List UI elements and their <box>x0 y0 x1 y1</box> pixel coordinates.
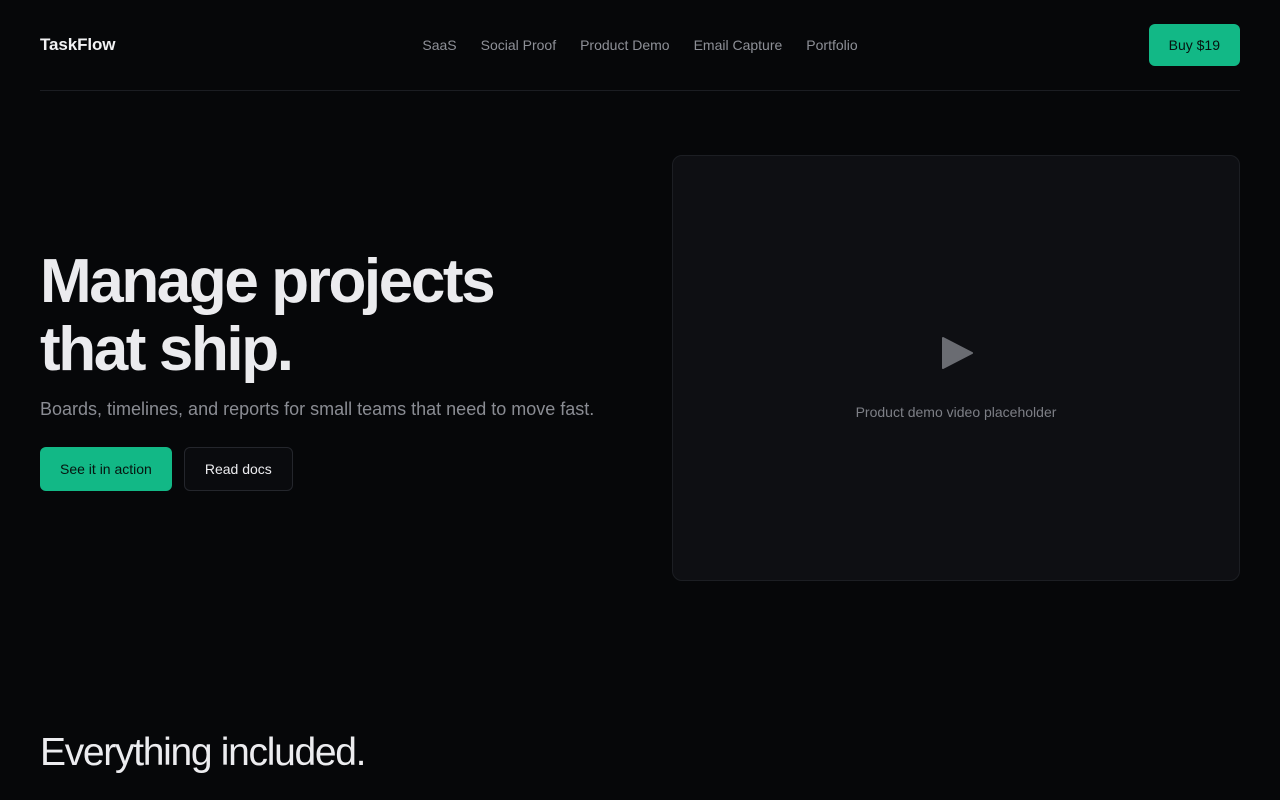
landing-page: TaskFlow SaaS Social Proof Product Demo … <box>0 0 1280 800</box>
nav-link-portfolio[interactable]: Portfolio <box>806 36 857 54</box>
hero-actions: See it in action Read docs <box>40 447 293 491</box>
features-title: Everything included. <box>40 731 367 774</box>
read-docs-button[interactable]: Read docs <box>183 447 293 491</box>
video-caption: Product demo video placeholder <box>855 404 1057 420</box>
site-header: TaskFlow SaaS Social Proof Product Demo … <box>40 0 1240 91</box>
hero-subtitle: Boards, timelines, and reports for small… <box>40 399 595 419</box>
nav-link-product-demo[interactable]: Product Demo <box>580 36 669 54</box>
brand-logo[interactable]: TaskFlow <box>40 35 116 55</box>
play-icon[interactable] <box>941 337 973 369</box>
demo-video-placeholder[interactable]: Product demo video placeholder <box>672 155 1240 581</box>
hero-title-line-1: Manage projects <box>40 247 496 316</box>
main-nav: SaaS Social Proof Product Demo Email Cap… <box>40 36 1240 54</box>
hero-title: Manage projects that ship. <box>40 248 640 384</box>
hero-title-line-2: that ship. <box>40 315 294 384</box>
nav-link-saas[interactable]: SaaS <box>422 36 456 54</box>
nav-link-email-capture[interactable]: Email Capture <box>694 36 783 54</box>
buy-button[interactable]: Buy $19 <box>1148 24 1240 66</box>
see-it-in-action-button[interactable]: See it in action <box>40 447 172 491</box>
nav-link-social-proof[interactable]: Social Proof <box>481 36 556 54</box>
